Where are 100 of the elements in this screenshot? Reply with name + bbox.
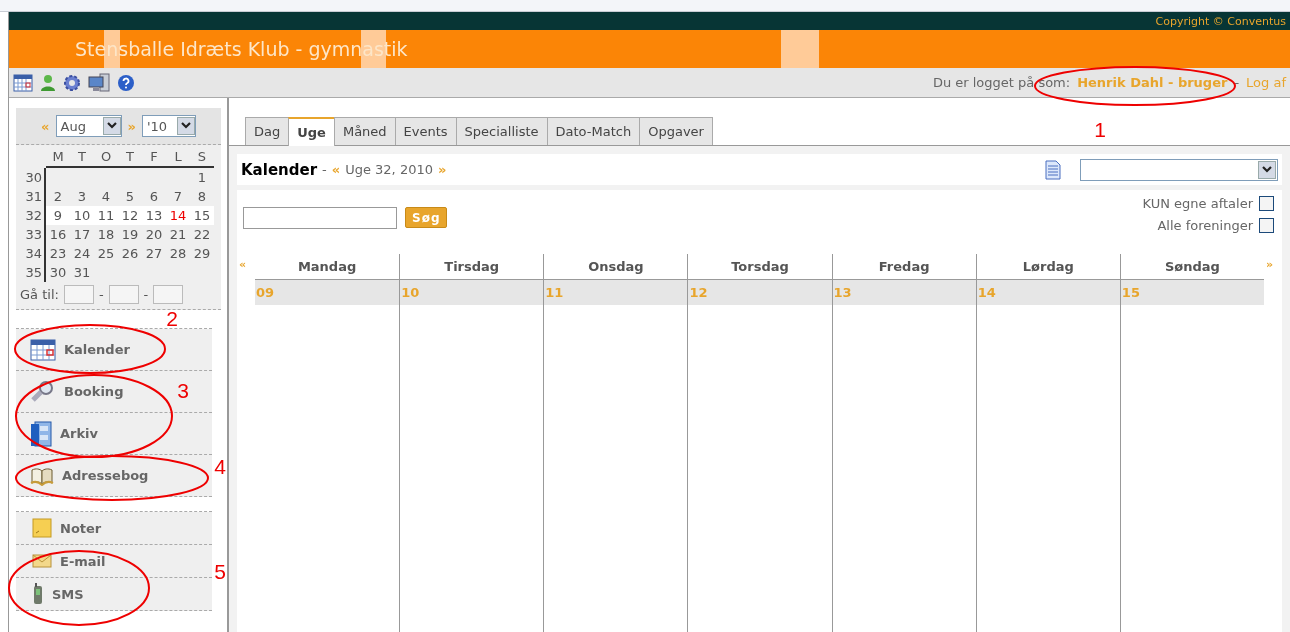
help-icon[interactable]: [117, 73, 135, 92]
checkbox[interactable]: [1259, 196, 1274, 211]
day-link[interactable]: 23: [46, 244, 70, 263]
weekday-header: Mandag: [297, 259, 357, 274]
user-name: Henrik Dahl - bruger: [1077, 75, 1228, 90]
day-link[interactable]: 4: [94, 187, 118, 206]
separator-text: -: [322, 162, 327, 177]
day-link[interactable]: 17: [70, 225, 94, 244]
separator-text: -: [143, 287, 149, 302]
date-cell: 11: [544, 280, 688, 305]
weekday-header: Fredag: [878, 259, 930, 274]
tab[interactable]: Uge: [288, 117, 335, 146]
month-input[interactable]: [108, 285, 139, 304]
day-input[interactable]: [63, 285, 94, 304]
annotation-number: 3: [177, 379, 189, 402]
nav-item[interactable]: Kalender: [16, 329, 212, 371]
day-link[interactable]: 2: [46, 187, 70, 206]
day-link[interactable]: 15: [190, 206, 214, 225]
tab[interactable]: Opgaver: [639, 117, 713, 145]
magnifier-icon: [30, 380, 56, 403]
annotation-number: 5: [214, 560, 226, 583]
caret-icon[interactable]: [180, 122, 191, 130]
week-number: 30: [24, 169, 43, 187]
day-link[interactable]: 13: [142, 206, 166, 225]
caret-icon[interactable]: [1262, 165, 1272, 174]
tab[interactable]: Events: [394, 117, 457, 145]
search-field[interactable]: [243, 207, 397, 229]
weekday-header: Søndag: [1164, 259, 1220, 274]
weekday-label: M: [46, 147, 70, 168]
separator-text: -: [98, 287, 104, 302]
goto-label: Gå til:: [20, 287, 59, 302]
week-row[interactable]: 1: [44, 168, 214, 187]
day-link[interactable]: 5: [118, 187, 142, 206]
day-link[interactable]: 6: [142, 187, 166, 206]
mobile-phone-icon: [32, 583, 44, 605]
weekday-header: Tirsdag: [444, 259, 500, 274]
weekday-header: Lørdag: [1022, 259, 1074, 274]
week-row[interactable]: 30 31: [44, 263, 214, 282]
calendar-icon[interactable]: [13, 73, 33, 92]
day-link[interactable]: 31: [70, 263, 94, 282]
day-link[interactable]: 8: [190, 187, 214, 206]
gear-icon[interactable]: [63, 73, 81, 92]
copyright-text: Copyright © Conventus: [1155, 14, 1286, 28]
user-icon[interactable]: [40, 73, 56, 92]
book-icon: [30, 465, 54, 486]
week-label: Uge 32, 2010: [345, 162, 433, 177]
day-link[interactable]: 20: [142, 225, 166, 244]
year-input[interactable]: [153, 285, 184, 304]
day-link[interactable]: 26: [118, 244, 142, 263]
day-link[interactable]: 25: [94, 244, 118, 263]
nav-item[interactable]: Adressebog: [16, 455, 212, 497]
caret-icon[interactable]: [106, 122, 117, 130]
week-row[interactable]: 9 10 11 12 13 14 15: [44, 206, 214, 225]
weekday-label: L: [166, 147, 190, 168]
tab[interactable]: Dato-Match: [546, 117, 641, 145]
nav-item[interactable]: Noter: [16, 512, 212, 545]
week-number: 32: [24, 207, 43, 225]
week-row[interactable]: 23 24 25 26 27 28 29: [44, 244, 214, 263]
tab[interactable]: Specialliste: [455, 117, 548, 145]
month-select[interactable]: Aug: [55, 115, 122, 137]
nav-item[interactable]: Arkiv: [16, 413, 212, 455]
week-number: 33: [24, 226, 43, 244]
day-link[interactable]: 29: [190, 244, 214, 263]
weekday-label: O: [94, 147, 118, 168]
day-link[interactable]: 12: [118, 206, 142, 225]
day-link[interactable]: 28: [166, 244, 190, 263]
annotation-number: 2: [166, 307, 178, 330]
nav-item[interactable]: SMS: [16, 578, 212, 611]
date-cell: 13: [832, 280, 976, 305]
note-icon: [32, 518, 52, 538]
day-link[interactable]: 18: [94, 225, 118, 244]
computer-icon[interactable]: [88, 72, 110, 93]
day-link[interactable]: 19: [118, 225, 142, 244]
tab[interactable]: Dag: [245, 117, 290, 145]
nav-item[interactable]: E-mail: [16, 545, 212, 578]
day-link[interactable]: 14: [166, 206, 190, 225]
tab[interactable]: Måned: [333, 117, 396, 145]
day-link[interactable]: 1: [190, 168, 214, 187]
annotation-number: 1: [1094, 118, 1106, 141]
day-link[interactable]: 21: [166, 225, 190, 244]
checkbox[interactable]: [1259, 218, 1274, 233]
day-link[interactable]: 16: [46, 225, 70, 244]
day-link[interactable]: 27: [142, 244, 166, 263]
day-link[interactable]: 10: [70, 206, 94, 225]
day-link[interactable]: 30: [46, 263, 70, 282]
separator-text: -: [1234, 75, 1240, 90]
day-link[interactable]: 9: [46, 206, 70, 225]
week-row[interactable]: 16 17 18 19 20 21 22: [44, 225, 214, 244]
week-number: 34: [24, 245, 43, 263]
weekday-label: T: [118, 147, 142, 168]
weekday-header: Onsdag: [588, 259, 644, 274]
day-link[interactable]: 22: [190, 225, 214, 244]
weekday-label: F: [142, 147, 166, 168]
day-link[interactable]: 7: [166, 187, 190, 206]
day-link[interactable]: 11: [94, 206, 118, 225]
day-link[interactable]: 3: [70, 187, 94, 206]
date-cell: 14: [976, 280, 1120, 305]
year-select[interactable]: '10: [141, 115, 196, 137]
day-link[interactable]: 24: [70, 244, 94, 263]
date-cell: 10: [400, 280, 544, 305]
